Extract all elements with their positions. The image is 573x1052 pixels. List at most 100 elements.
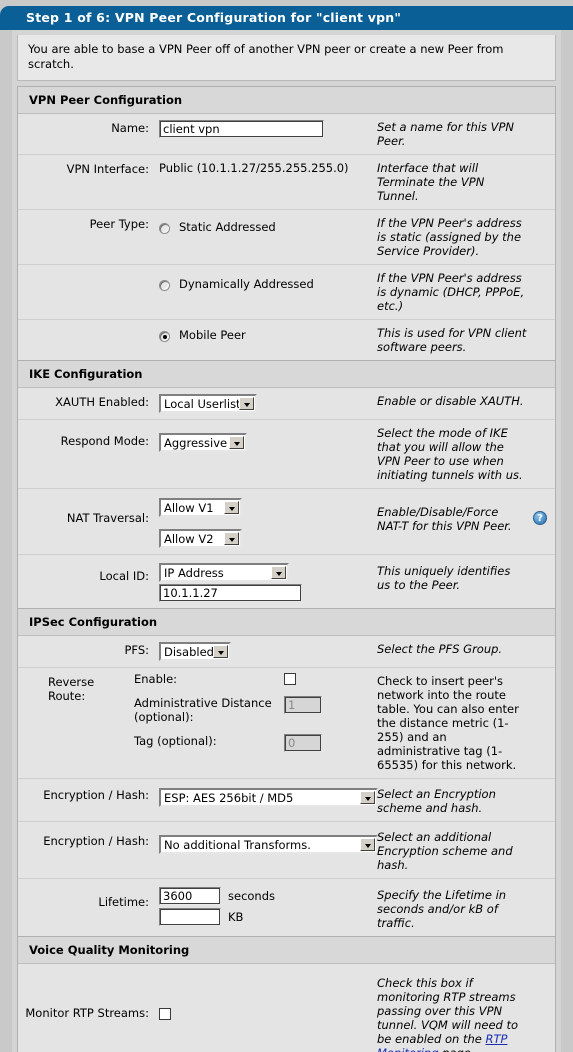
chevron-down-icon[interactable] — [360, 838, 375, 851]
row-peer-type-dynamic: Dynamically Addressed If the VPN Peer's … — [18, 265, 555, 320]
radio-static-addressed[interactable] — [159, 222, 170, 234]
chevron-down-icon[interactable] — [224, 501, 239, 514]
chevron-down-icon[interactable] — [271, 566, 286, 579]
label-dynamically-addressed: Dynamically Addressed — [179, 277, 314, 291]
chevron-down-icon[interactable] — [360, 791, 375, 804]
desc-monitor-rtp-streams: Check this box if monitoring RTP streams… — [373, 964, 533, 1052]
local-id-type-value: IP Address — [164, 566, 224, 580]
row-xauth: XAUTH Enabled: Local Userlist Enable or … — [18, 388, 555, 420]
section-heading-ipsec: IPSec Configuration — [18, 609, 555, 636]
field-monitor-rtp-streams — [155, 964, 373, 1052]
nat-traversal-v2-select[interactable]: Allow V2 — [159, 529, 242, 548]
section-heading-ike: IKE Configuration — [18, 361, 555, 388]
help-slot-nat: ? — [533, 489, 555, 554]
row-respond-mode: Respond Mode: Aggressive Select the mode… — [18, 420, 555, 489]
field-vpn-interface: Public (10.1.1.27/255.255.255.0) — [155, 155, 373, 209]
encryption-hash-1-select[interactable]: ESP: AES 256bit / MD5 — [159, 788, 378, 807]
window-title-bar: Step 1 of 6: VPN Peer Configuration for … — [0, 6, 573, 30]
row-pfs: PFS: Disabled Select the PFS Group. — [18, 636, 555, 668]
xauth-select-value: Local Userlist — [164, 397, 239, 411]
label-administrative-distance: Administrative Distance (optional): — [134, 696, 272, 724]
desc-dynamically-addressed: If the VPN Peer's address is dynamic (DH… — [377, 271, 525, 313]
row-nat-traversal: NAT Traversal: Allow V1 Allow V2 Enable/… — [18, 489, 555, 555]
help-slot-dynamic — [533, 265, 555, 319]
encryption-hash-1-value: ESP: AES 256bit / MD5 — [164, 791, 294, 805]
chevron-down-icon[interactable] — [239, 397, 254, 410]
section-voice-quality-monitoring: Voice Quality Monitoring Monitor RTP Str… — [17, 937, 556, 1052]
row-name: Name: Set a name for this VPN Peer. — [18, 114, 555, 155]
help-slot-local-id — [533, 555, 555, 608]
label-name: Name: — [111, 121, 149, 135]
field-lifetime: seconds KB — [155, 879, 373, 936]
lifetime-seconds-line: seconds — [159, 887, 369, 905]
desc-pfs: Select the PFS Group. — [377, 642, 503, 656]
desc-name: Set a name for this VPN Peer. — [377, 120, 515, 148]
field-local-id: IP Address — [155, 555, 373, 608]
tag-input[interactable] — [284, 734, 322, 752]
desc-xauth: Enable or disable XAUTH. — [377, 394, 524, 408]
lifetime-kb-unit: KB — [228, 910, 244, 924]
chevron-down-icon[interactable] — [213, 645, 228, 658]
local-id-address-input[interactable] — [159, 584, 302, 602]
row-vpn-interface: VPN Interface: Public (10.1.1.27/255.255… — [18, 155, 555, 210]
section-heading-vqm: Voice Quality Monitoring — [18, 937, 555, 964]
help-slot-interface — [533, 155, 555, 209]
section-ike-configuration: IKE Configuration XAUTH Enabled: Local U… — [17, 361, 556, 609]
pfs-select[interactable]: Disabled — [159, 642, 231, 661]
administrative-distance-input[interactable] — [284, 696, 322, 714]
help-slot-pfs — [533, 636, 555, 667]
label-nat-traversal: NAT Traversal: — [66, 511, 149, 525]
help-slot-lifetime — [533, 879, 555, 936]
local-id-type-select[interactable]: IP Address — [159, 563, 289, 582]
chevron-down-icon[interactable] — [224, 532, 239, 545]
xauth-select[interactable]: Local Userlist — [159, 394, 257, 413]
name-input[interactable] — [159, 120, 324, 138]
help-slot-enc2 — [533, 822, 555, 878]
field-encryption-hash-2: No additional Transforms. — [155, 822, 378, 878]
row-monitor-rtp-streams: Monitor RTP Streams: Check this box if m… — [18, 964, 555, 1052]
row-local-id: Local ID: IP Address This uniquely ident… — [18, 555, 555, 608]
monitor-rtp-streams-checkbox[interactable] — [159, 1008, 171, 1020]
encryption-hash-2-value: No additional Transforms. — [164, 838, 311, 852]
help-slot-mobile — [533, 320, 555, 360]
label-encryption-hash-1: Encryption / Hash: — [43, 788, 149, 802]
desc-lifetime: Specify the Lifetime in seconds and/or k… — [377, 888, 507, 930]
encryption-hash-2-select[interactable]: No additional Transforms. — [159, 835, 378, 854]
row-peer-type-mobile: Mobile Peer This is used for VPN client … — [18, 320, 555, 360]
desc-encryption-hash-2: Select an additional Encryption scheme a… — [377, 830, 513, 872]
label-static-addressed: Static Addressed — [179, 220, 276, 234]
respond-mode-select[interactable]: Aggressive — [159, 433, 247, 452]
lifetime-kb-line: KB — [159, 908, 369, 926]
help-icon[interactable]: ? — [533, 511, 547, 525]
reverse-route-enable-checkbox-wrap — [284, 672, 296, 685]
field-respond-mode: Aggressive — [155, 420, 373, 488]
label-lifetime: Lifetime: — [98, 895, 149, 909]
lifetime-kb-input[interactable] — [159, 908, 221, 926]
reverse-route-enable-line: Enable: — [134, 672, 369, 686]
label-peer-type: Peer Type: — [89, 217, 149, 231]
label-local-id: Local ID: — [99, 569, 149, 583]
desc-mobile-peer: This is used for VPN client software pee… — [377, 326, 527, 354]
help-slot-respond-mode — [533, 420, 555, 488]
tag-field-wrap — [284, 734, 322, 752]
field-peer-type-static: Static Addressed — [155, 210, 373, 264]
nat-traversal-v1-select[interactable]: Allow V1 — [159, 498, 242, 517]
label-respond-mode: Respond Mode: — [60, 434, 149, 448]
radio-dynamically-addressed[interactable] — [159, 279, 170, 291]
row-reverse-route: Reverse Route: Enable: Administrative Di… — [18, 668, 555, 779]
lifetime-seconds-input[interactable] — [159, 887, 221, 905]
admin-distance-field-wrap — [284, 696, 322, 714]
reverse-route-enable-checkbox[interactable] — [284, 673, 296, 685]
field-encryption-hash-1: ESP: AES 256bit / MD5 — [155, 779, 378, 821]
row-encryption-hash-2: Encryption / Hash: No additional Transfo… — [18, 822, 555, 879]
respond-mode-select-value: Aggressive — [164, 436, 228, 450]
desc-vpn-interface: Interface that will Terminate the VPN Tu… — [377, 161, 485, 203]
radio-mobile-peer[interactable] — [159, 330, 170, 342]
chevron-down-icon[interactable] — [229, 436, 244, 449]
field-peer-type-dynamic: Dynamically Addressed — [155, 265, 373, 319]
help-slot-reverse-route — [533, 668, 555, 778]
label-tag-optional: Tag (optional): — [134, 734, 217, 748]
field-peer-type-mobile: Mobile Peer — [155, 320, 373, 360]
help-slot-vqm — [533, 964, 555, 1052]
pfs-select-value: Disabled — [164, 645, 213, 659]
